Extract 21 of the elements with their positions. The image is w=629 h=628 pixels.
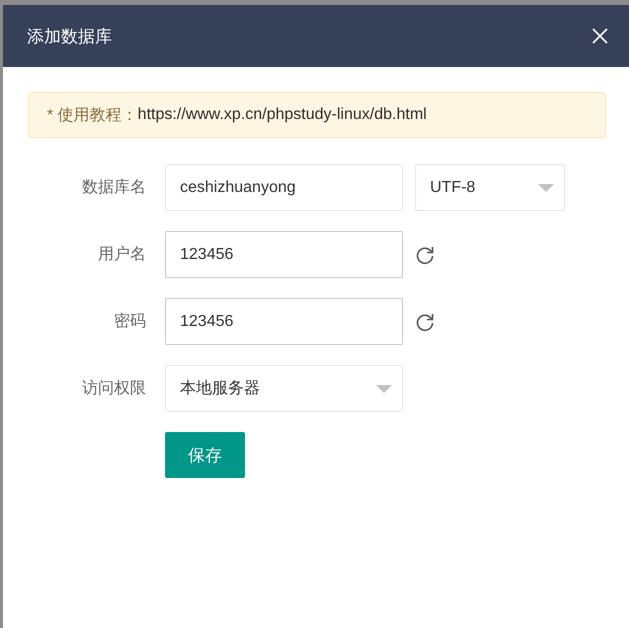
field-label: 访问权限 xyxy=(81,378,146,399)
input-field[interactable]: 123456 xyxy=(165,298,403,345)
refresh-icon xyxy=(415,244,435,264)
input-field[interactable]: ceshizhuanyong xyxy=(165,164,403,211)
refresh-button[interactable] xyxy=(415,312,435,332)
field-label: 密码 xyxy=(113,312,146,332)
access-select[interactable]: 本地服务器 xyxy=(165,365,403,412)
field-label: 用户名 xyxy=(97,244,146,265)
dialog-title: 添加数据库 xyxy=(27,26,112,48)
notice-label: * 使用教程： xyxy=(47,106,138,126)
refresh-button[interactable] xyxy=(415,244,435,264)
encoding-select[interactable]: UTF-8 xyxy=(415,164,565,211)
tutorial-link[interactable]: https://www.xp.cn/phpstudy-linux/db.html xyxy=(138,106,427,124)
caret-icon xyxy=(538,184,554,192)
close-icon xyxy=(591,27,609,45)
close-button[interactable] xyxy=(591,27,609,45)
caret-icon xyxy=(376,384,392,392)
field-label: 数据库名 xyxy=(81,178,146,198)
save-button[interactable]: 保存 xyxy=(165,432,245,478)
refresh-icon xyxy=(415,312,435,332)
input-field[interactable]: 123456 xyxy=(165,231,403,278)
